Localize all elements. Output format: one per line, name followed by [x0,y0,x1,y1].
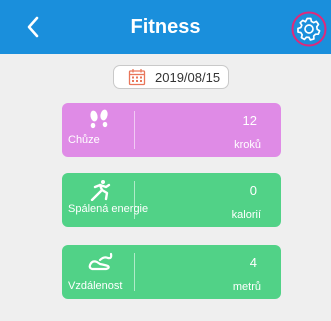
card-label: Vzdálenost [68,280,123,292]
header-bar: Fitness [0,0,331,54]
date-picker[interactable]: 2019/08/15 [113,65,229,89]
divider [134,253,135,291]
card-label: Chůze [68,134,100,146]
card-label: Spálená energie [68,203,149,215]
divider [134,181,135,219]
card-unit: metrů [232,281,261,293]
calendar-icon [128,69,146,86]
divider [134,111,135,149]
distance-shoe-icon [88,252,113,271]
running-icon [90,180,111,201]
card-unit: kroků [234,139,261,151]
calories-card[interactable]: Spálená energie 0 kalorií [62,173,281,227]
chevron-left-icon [27,16,39,38]
distance-card[interactable]: Vzdálenost 4 metrů [62,245,281,299]
gear-icon [291,11,327,47]
card-value: 12 [242,113,257,128]
settings-button[interactable] [291,11,327,47]
card-value: 0 [249,183,257,198]
card-unit: kalorií [231,209,261,221]
date-value: 2019/08/15 [155,69,221,85]
walking-card[interactable]: Chůze 12 kroků [62,103,281,157]
page-title: Fitness [130,16,201,38]
card-value: 4 [249,255,257,270]
back-button[interactable] [20,12,46,42]
footprints-icon [90,109,108,129]
